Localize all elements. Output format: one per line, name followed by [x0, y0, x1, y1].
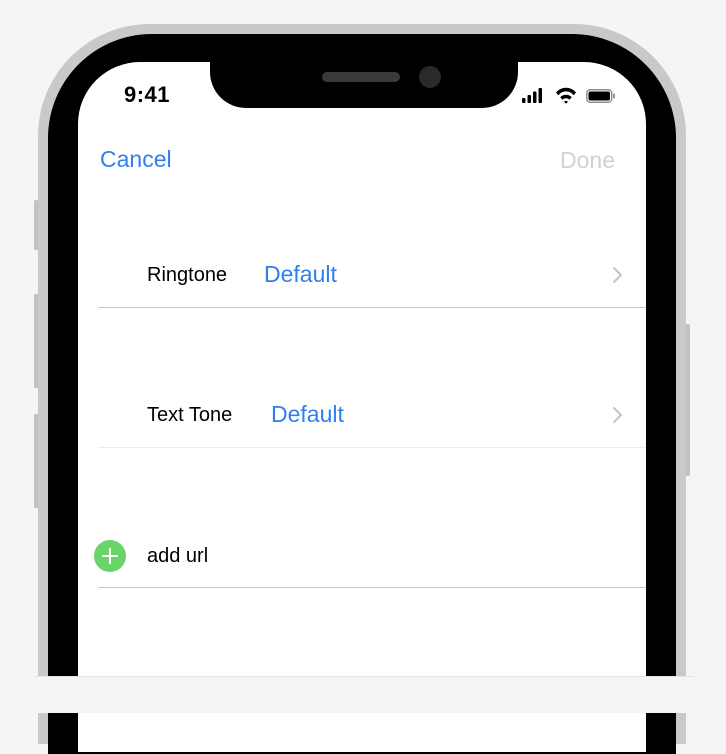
- cancel-button[interactable]: Cancel: [100, 146, 172, 173]
- row-separator: [98, 307, 646, 308]
- ringtone-value: Default: [264, 261, 337, 287]
- add-url-label: add url: [147, 545, 209, 567]
- ringtone-label: Ringtone: [147, 264, 228, 286]
- front-camera: [419, 66, 441, 88]
- bottom-edge: [34, 676, 694, 713]
- text-tone-value: Default: [271, 401, 344, 427]
- earpiece-speaker: [322, 72, 400, 82]
- chevron-right-icon: [613, 267, 622, 283]
- chevron-right-icon: [613, 407, 622, 423]
- done-button[interactable]: Done: [560, 147, 615, 174]
- row-separator: [98, 447, 646, 448]
- row-separator: [98, 587, 646, 588]
- cellular-signal-icon: [522, 88, 542, 103]
- text-tone-label: Text Tone: [147, 404, 233, 426]
- add-icon[interactable]: [94, 540, 126, 572]
- wifi-icon: [556, 87, 576, 104]
- notch: [210, 34, 518, 108]
- status-icons: [522, 86, 622, 106]
- battery-icon: [586, 89, 615, 103]
- status-time: 9:41: [124, 82, 171, 107]
